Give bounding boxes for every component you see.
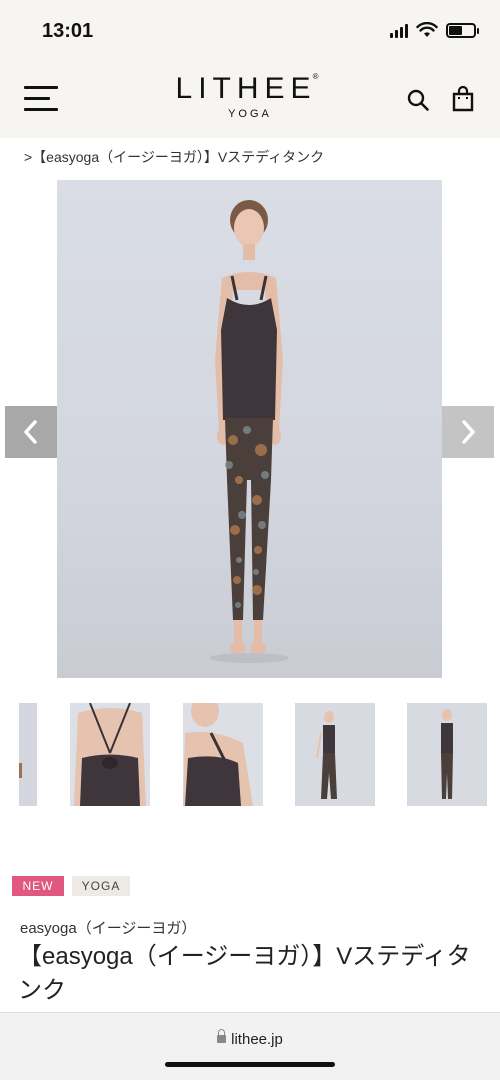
chevron-left-icon (24, 420, 37, 444)
search-icon[interactable] (406, 88, 430, 112)
site-header: LITHEE® YOGA (0, 64, 500, 138)
chevron-right-icon (462, 420, 475, 444)
shopping-bag-icon[interactable] (452, 86, 474, 112)
product-title: 【easyoga（イージーヨガ）】Vステディタンク (18, 943, 471, 1004)
tag-yoga[interactable]: YOGA (72, 876, 130, 896)
thumbnail-5[interactable] (407, 703, 487, 806)
url-text: lithee.jp (231, 1031, 283, 1048)
battery-fill (449, 25, 463, 35)
logo-subtitle: YOGA (228, 108, 272, 120)
logo-registered-mark: ® (312, 72, 325, 81)
menu-icon[interactable] (24, 86, 58, 112)
thumbnail-strip (0, 703, 500, 806)
tag-new[interactable]: NEW (12, 876, 64, 896)
site-logo[interactable]: LITHEE® YOGA (150, 72, 350, 120)
thumbnail-1[interactable] (19, 703, 37, 806)
product-main-image[interactable] (57, 180, 442, 678)
status-icons (390, 22, 479, 38)
thumbnail-4[interactable] (295, 703, 375, 806)
thumbnail-3[interactable] (183, 703, 263, 806)
status-bar: 13:01 (0, 0, 500, 64)
logo-text: LITHEE (175, 72, 317, 105)
thumbnail-2[interactable] (70, 703, 150, 806)
breadcrumb: >【easyoga（イージーヨガ）】Vステディタンク (24, 149, 325, 165)
product-brand[interactable]: easyoga（イージーヨガ） (20, 917, 196, 938)
model-photo (209, 200, 289, 663)
wifi-icon (416, 22, 438, 37)
gallery-prev-button[interactable] (5, 406, 57, 458)
browser-url-bar[interactable]: lithee.jp (0, 1012, 500, 1080)
battery-icon (446, 22, 479, 38)
lock-icon (217, 1029, 227, 1044)
status-time: 13:01 (42, 20, 94, 42)
breadcrumb-previous-clipped[interactable] (22, 129, 482, 139)
signal-icon (390, 22, 408, 38)
url-display[interactable]: lithee.jp (0, 1029, 500, 1048)
home-indicator[interactable] (165, 1062, 335, 1067)
gallery-next-button[interactable] (442, 406, 494, 458)
